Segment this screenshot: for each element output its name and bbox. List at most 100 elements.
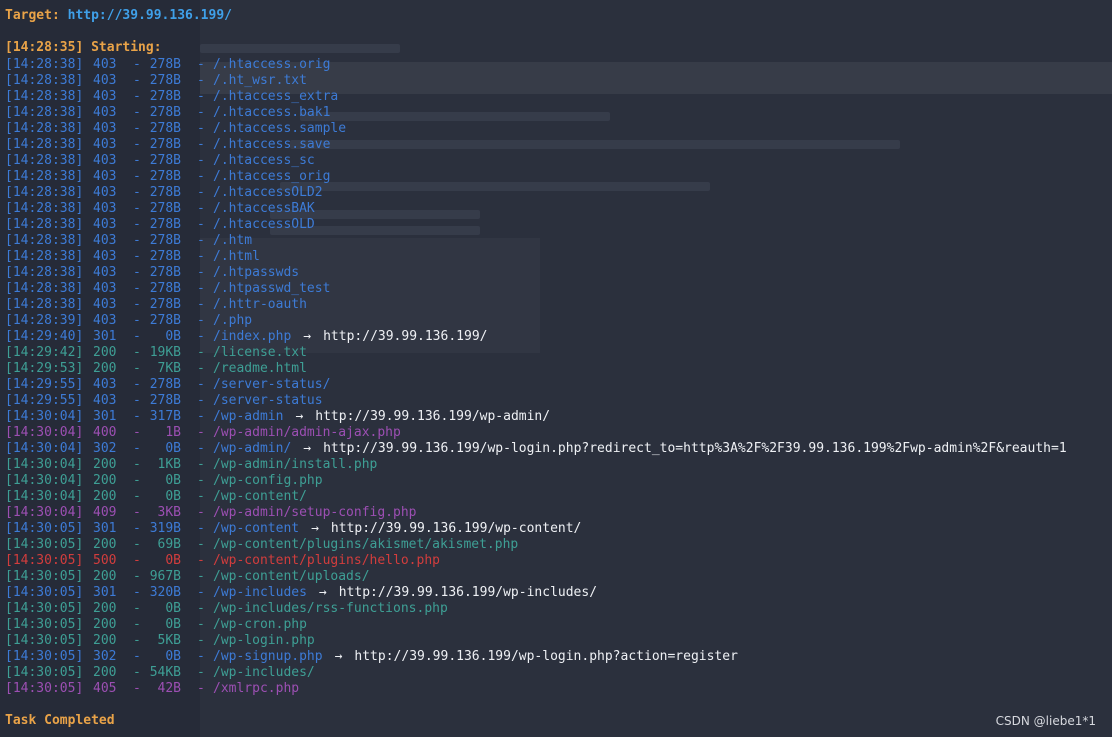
result-separator: - <box>197 409 205 424</box>
result-time: [14:30:05] <box>5 537 84 552</box>
result-separator: - <box>197 249 205 264</box>
result-status-code: 403 <box>93 217 117 232</box>
result-separator: - <box>197 553 205 568</box>
result-path-group: /wp-admin/admin-ajax.php <box>213 425 401 441</box>
result-separator: - <box>197 89 205 104</box>
result-separator: - <box>133 137 141 152</box>
result-status-code: 403 <box>93 201 117 216</box>
result-status-code: 200 <box>93 361 117 376</box>
result-separator: - <box>133 665 141 680</box>
result-status-code: 403 <box>93 233 117 248</box>
result-status-code: 301 <box>93 521 117 536</box>
result-status-code: 302 <box>93 441 117 456</box>
result-separator: - <box>133 633 141 648</box>
redirect-arrow-icon: → <box>295 409 304 424</box>
result-time: [14:30:05] <box>5 681 84 696</box>
result-size: 0B <box>165 473 181 488</box>
result-path-group: /.htaccessBAK <box>213 201 315 217</box>
result-separator: - <box>133 185 141 200</box>
result-path-group: /wp-signup.php → http://39.99.136.199/wp-l… <box>213 649 738 665</box>
result-time: [14:30:04] <box>5 457 84 472</box>
result-separator: - <box>197 265 205 280</box>
result-path: /.htaccess_extra <box>213 89 339 104</box>
result-path-group: /wp-admin/setup-config.php <box>213 505 417 521</box>
result-separator: - <box>197 569 205 584</box>
result-path-group: /.htaccess.bak1 <box>213 105 330 121</box>
result-size: 278B <box>149 169 181 184</box>
result-size: 278B <box>149 105 181 120</box>
result-path: /wp-content/uploads/ <box>213 569 370 584</box>
result-status-code: 403 <box>93 73 117 88</box>
result-path: /wp-admin/ <box>213 441 292 456</box>
result-time: [14:28:38] <box>5 297 84 312</box>
result-path: /server-status <box>213 393 323 408</box>
result-separator: - <box>197 281 205 296</box>
result-separator: - <box>197 617 205 632</box>
result-status-code: 200 <box>93 489 117 504</box>
result-size: 278B <box>149 377 181 392</box>
result-path-group: /.htaccess.save <box>213 137 330 153</box>
result-path: /wp-admin/admin-ajax.php <box>213 425 401 440</box>
result-separator: - <box>133 73 141 88</box>
result-separator: - <box>197 201 205 216</box>
result-time: [14:29:40] <box>5 329 84 344</box>
result-separator: - <box>133 585 141 600</box>
result-path: /.htaccessOLD2 <box>213 185 323 200</box>
result-path-group: /xmlrpc.php <box>213 681 299 697</box>
result-path: /.htpasswds <box>213 265 300 280</box>
result-status-code: 403 <box>93 153 117 168</box>
result-time: [14:30:04] <box>5 441 84 456</box>
result-time: [14:29:42] <box>5 345 84 360</box>
result-path-group: /.htaccessOLD <box>213 217 315 233</box>
result-path: /.htaccessBAK <box>213 201 315 216</box>
result-time: [14:28:38] <box>5 73 84 88</box>
result-separator: - <box>133 537 141 552</box>
result-separator: - <box>197 665 205 680</box>
result-separator: - <box>133 297 141 312</box>
result-separator: - <box>133 265 141 280</box>
result-status-code: 403 <box>93 57 117 72</box>
redirect-arrow-icon: → <box>334 649 343 664</box>
result-status-code: 301 <box>93 329 117 344</box>
result-time: [14:30:05] <box>5 569 84 584</box>
result-separator: - <box>133 361 141 376</box>
result-path-group: /wp-content/plugins/hello.php <box>213 553 440 569</box>
result-size: 0B <box>165 601 181 616</box>
result-separator: - <box>197 345 205 360</box>
result-separator: - <box>133 441 141 456</box>
result-path-group: /.htm <box>213 233 252 249</box>
redirect-url: http://39.99.136.199/wp-login.php?action… <box>354 649 738 664</box>
starting-line: [14:28:35] Starting: <box>5 40 162 55</box>
terminal-window[interactable]: Target: http://39.99.136.199/ [14:28:35]… <box>0 0 1112 737</box>
result-separator: - <box>197 425 205 440</box>
result-separator: - <box>197 521 205 536</box>
result-separator: - <box>197 393 205 408</box>
result-separator: - <box>197 169 205 184</box>
result-path-group: /wp-content/ <box>213 489 307 505</box>
result-size: 0B <box>165 553 181 568</box>
result-separator: - <box>133 313 141 328</box>
result-status-code: 403 <box>93 185 117 200</box>
target-url: http://39.99.136.199/ <box>67 8 232 23</box>
result-path: /wp-content/plugins/akismet/akismet.php <box>213 537 519 552</box>
result-size: 278B <box>149 393 181 408</box>
result-separator: - <box>133 553 141 568</box>
result-path: /.htaccessOLD <box>213 217 315 232</box>
result-separator: - <box>133 345 141 360</box>
result-separator: - <box>133 201 141 216</box>
result-path: /wp-admin/setup-config.php <box>213 505 417 520</box>
watermark: CSDN @liebe1*1 <box>995 714 1096 728</box>
result-separator: - <box>133 473 141 488</box>
result-path-group: /wp-login.php <box>213 633 315 649</box>
result-path-group: /.htaccess_extra <box>213 89 338 105</box>
result-separator: - <box>133 521 141 536</box>
result-time: [14:30:04] <box>5 473 84 488</box>
result-size: 5KB <box>157 633 181 648</box>
result-path: /wp-includes <box>213 585 307 600</box>
result-path: /.html <box>213 249 260 264</box>
result-status-code: 301 <box>93 585 117 600</box>
result-size: 1KB <box>157 457 181 472</box>
result-time: [14:30:05] <box>5 649 84 664</box>
result-separator: - <box>133 377 141 392</box>
result-path-group: /wp-content/uploads/ <box>213 569 370 585</box>
